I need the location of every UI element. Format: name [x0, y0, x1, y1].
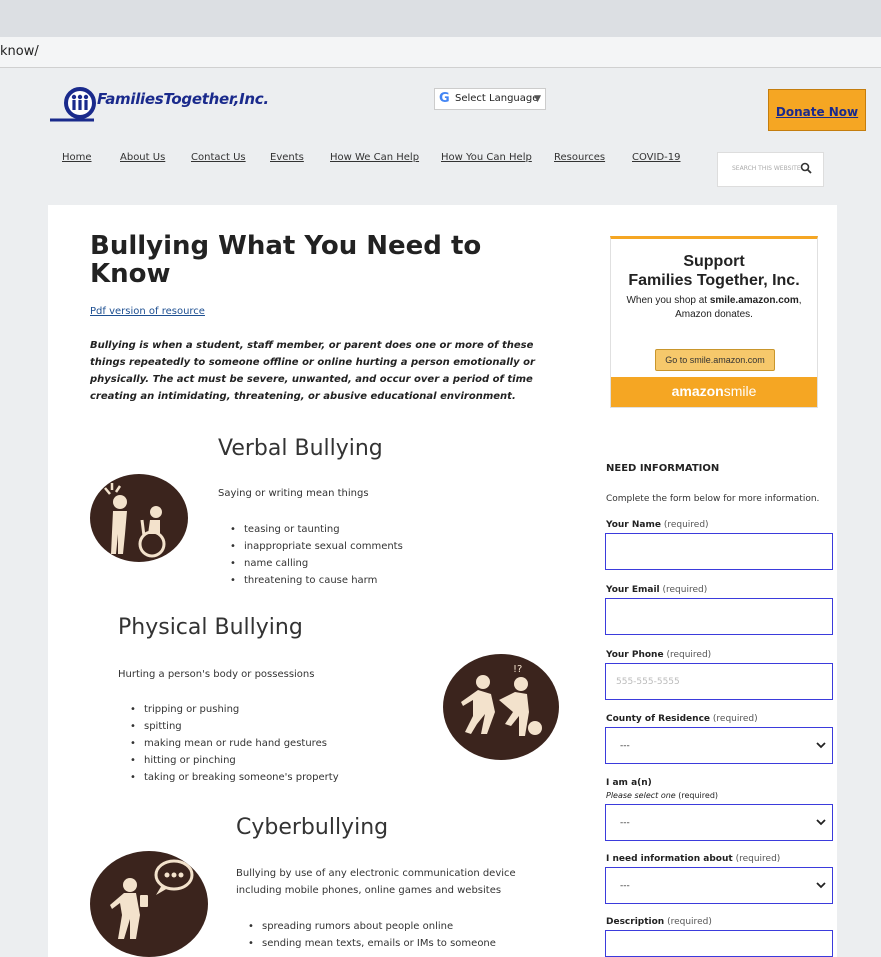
nav-home[interactable]: Home: [62, 152, 92, 163]
email-label: Your Email (required): [606, 585, 708, 595]
url-text: know/: [0, 44, 39, 59]
county-select[interactable]: ---: [605, 727, 833, 764]
list-item: teasing or taunting: [230, 521, 403, 538]
list-item: spreading rumors about people online: [248, 918, 496, 935]
list-item: name calling: [230, 555, 403, 572]
name-label: Your Name (required): [606, 520, 709, 530]
list-item: spitting: [130, 718, 339, 735]
chevron-down-icon: [816, 742, 826, 749]
svg-text:!?: !?: [513, 664, 522, 675]
phone-label: Your Phone (required): [606, 650, 712, 660]
list-item: threatening to cause harm: [230, 572, 403, 589]
nav-how-we-can-help[interactable]: How We Can Help: [330, 152, 419, 163]
nav-contact-us[interactable]: Contact Us: [191, 152, 246, 163]
amazon-line1: Support: [683, 253, 745, 270]
nav-covid-19[interactable]: COVID-19: [632, 152, 681, 163]
description-field[interactable]: [605, 930, 833, 957]
county-value: ---: [620, 741, 630, 751]
browser-top-bar: [0, 0, 881, 37]
verbal-list: teasing or taunting inappropriate sexual…: [230, 521, 403, 589]
language-select[interactable]: G Select Language ▼: [434, 88, 546, 110]
chevron-down-icon: [816, 882, 826, 889]
search-icon[interactable]: [800, 162, 812, 174]
list-item: tripping or pushing: [130, 701, 339, 718]
verbal-desc: Saying or writing mean things: [218, 488, 369, 499]
amazon-line3: When you shop at smile.amazon.com,: [626, 295, 802, 306]
county-label: County of Residence (required): [606, 714, 758, 724]
form-title: NEED INFORMATION: [606, 463, 720, 474]
nav-how-you-can-help[interactable]: How You Can Help: [441, 152, 532, 163]
phone-field[interactable]: 555-555-5555: [605, 663, 833, 700]
name-field[interactable]: [605, 533, 833, 570]
iam-value: ---: [620, 818, 630, 828]
nav-resources[interactable]: Resources: [554, 152, 605, 163]
list-item: making mean or rude hand gestures: [130, 735, 339, 752]
donate-label: Donate Now: [775, 105, 859, 119]
dropdown-arrow-icon: ▼: [534, 94, 541, 104]
need-label: I need information about (required): [606, 854, 781, 864]
search-input[interactable]: SEARCH THIS WEBSITE: [717, 152, 824, 187]
address-bar[interactable]: know/: [0, 37, 881, 68]
list-item: inappropriate sexual comments: [230, 538, 403, 555]
email-field[interactable]: [605, 598, 833, 635]
nav-events[interactable]: Events: [270, 152, 304, 163]
physical-bullying-icon: !?: [443, 654, 559, 760]
physical-list: tripping or pushing spitting making mean…: [130, 701, 339, 786]
physical-desc: Hurting a person's body or possessions: [118, 669, 315, 680]
iam-sublabel: Please select one (required): [606, 791, 719, 800]
form-description: Complete the form below for more informa…: [606, 494, 820, 504]
phone-placeholder: 555-555-5555: [616, 677, 680, 687]
amazon-smile-logo: amazonsmile: [611, 377, 817, 407]
amazon-smile-button[interactable]: Go to smile.amazon.com: [655, 349, 775, 371]
cyber-list: spreading rumors about people online sen…: [248, 918, 496, 952]
physical-heading: Physical Bullying: [118, 615, 303, 640]
verbal-heading: Verbal Bullying: [218, 436, 383, 461]
donate-button[interactable]: Donate Now: [768, 89, 866, 131]
list-item: hitting or pinching: [130, 752, 339, 769]
iam-label: I am a(n): [606, 778, 652, 788]
need-select[interactable]: ---: [605, 867, 833, 904]
pdf-link[interactable]: Pdf version of resource: [90, 306, 205, 317]
page-title: Bullying What You Need to Know: [90, 231, 482, 289]
cyber-desc-line2: including mobile phones, online games an…: [236, 885, 502, 896]
cyber-heading: Cyberbullying: [236, 815, 389, 840]
intro-text: Bullying is when a student, staff member…: [90, 340, 535, 402]
list-item: sending mean texts, emails or IMs to som…: [248, 935, 496, 952]
google-icon: G: [439, 91, 450, 106]
iam-select[interactable]: ---: [605, 804, 833, 841]
amazon-line2: Families Together, Inc.: [628, 272, 800, 289]
amazon-smile-banner[interactable]: Support Families Together, Inc. When you…: [610, 236, 818, 408]
description-label: Description (required): [606, 917, 712, 927]
cyberbullying-icon: [90, 851, 208, 957]
list-item: taking or breaking someone's property: [130, 769, 339, 786]
chevron-down-icon: [816, 819, 826, 826]
nav-about-us[interactable]: About Us: [120, 152, 165, 163]
need-value: ---: [620, 881, 630, 891]
amazon-line4: Amazon donates.: [675, 309, 753, 320]
cyber-desc-line1: Bullying by use of any electronic commun…: [236, 868, 516, 879]
language-select-label: Select Language: [455, 93, 539, 104]
search-placeholder: SEARCH THIS WEBSITE: [732, 165, 801, 172]
verbal-bullying-icon: [90, 474, 188, 562]
logo-text[interactable]: FamiliesTogether,Inc.: [97, 90, 269, 108]
